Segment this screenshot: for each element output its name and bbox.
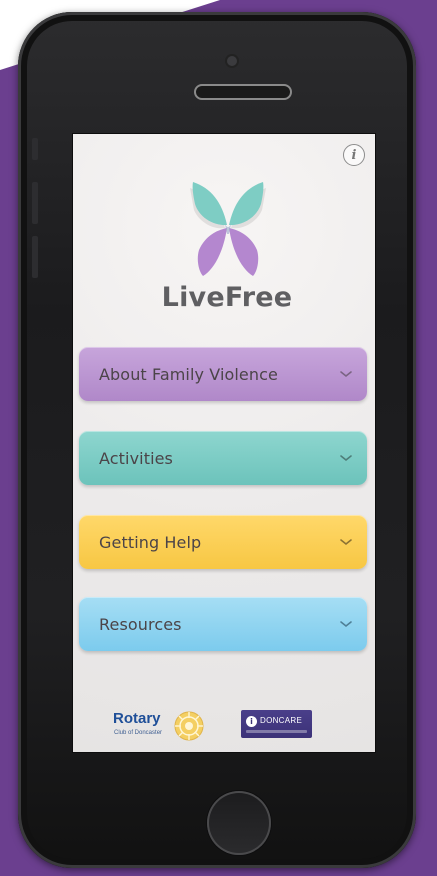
menu-label: About Family Violence — [99, 364, 278, 384]
info-button[interactable]: i — [343, 144, 365, 166]
chevron-down-icon — [340, 455, 352, 462]
chevron-down-icon — [340, 371, 352, 378]
chevron-down-icon — [340, 621, 352, 628]
app-screen: i LiveFree About Family Violence Activit… — [72, 133, 376, 753]
butterfly-icon — [190, 182, 266, 276]
volume-down-button — [32, 236, 38, 278]
menu-button-getting-help[interactable]: Getting Help — [79, 515, 367, 569]
app-logo: LiveFree — [152, 180, 302, 322]
rotary-logo: Rotary Club of Doncaster — [113, 708, 213, 748]
doncare-tagline-bar — [246, 730, 307, 733]
doncare-name: DONCARE — [260, 716, 303, 725]
brand-name: LiveFree — [161, 282, 293, 313]
menu-label: Activities — [99, 448, 173, 468]
menu-button-activities[interactable]: Activities — [79, 431, 367, 485]
home-button[interactable] — [207, 791, 271, 855]
rotary-wheel-icon — [174, 711, 204, 741]
doncare-logo: i DONCARE — [241, 710, 312, 738]
chevron-down-icon — [340, 539, 352, 546]
menu-button-about-family-violence[interactable]: About Family Violence — [79, 347, 367, 401]
front-camera — [227, 56, 237, 66]
menu-button-resources[interactable]: Resources — [79, 597, 367, 651]
earpiece-speaker — [194, 84, 292, 100]
menu-label: Resources — [99, 614, 182, 634]
volume-up-button — [32, 182, 38, 224]
mute-switch — [32, 138, 38, 160]
menu-label: Getting Help — [99, 532, 202, 552]
rotary-name: Rotary — [113, 710, 161, 727]
rotary-subtitle: Club of Doncaster — [114, 730, 163, 736]
doncare-badge-icon: i — [246, 716, 257, 727]
info-icon: i — [351, 147, 357, 163]
